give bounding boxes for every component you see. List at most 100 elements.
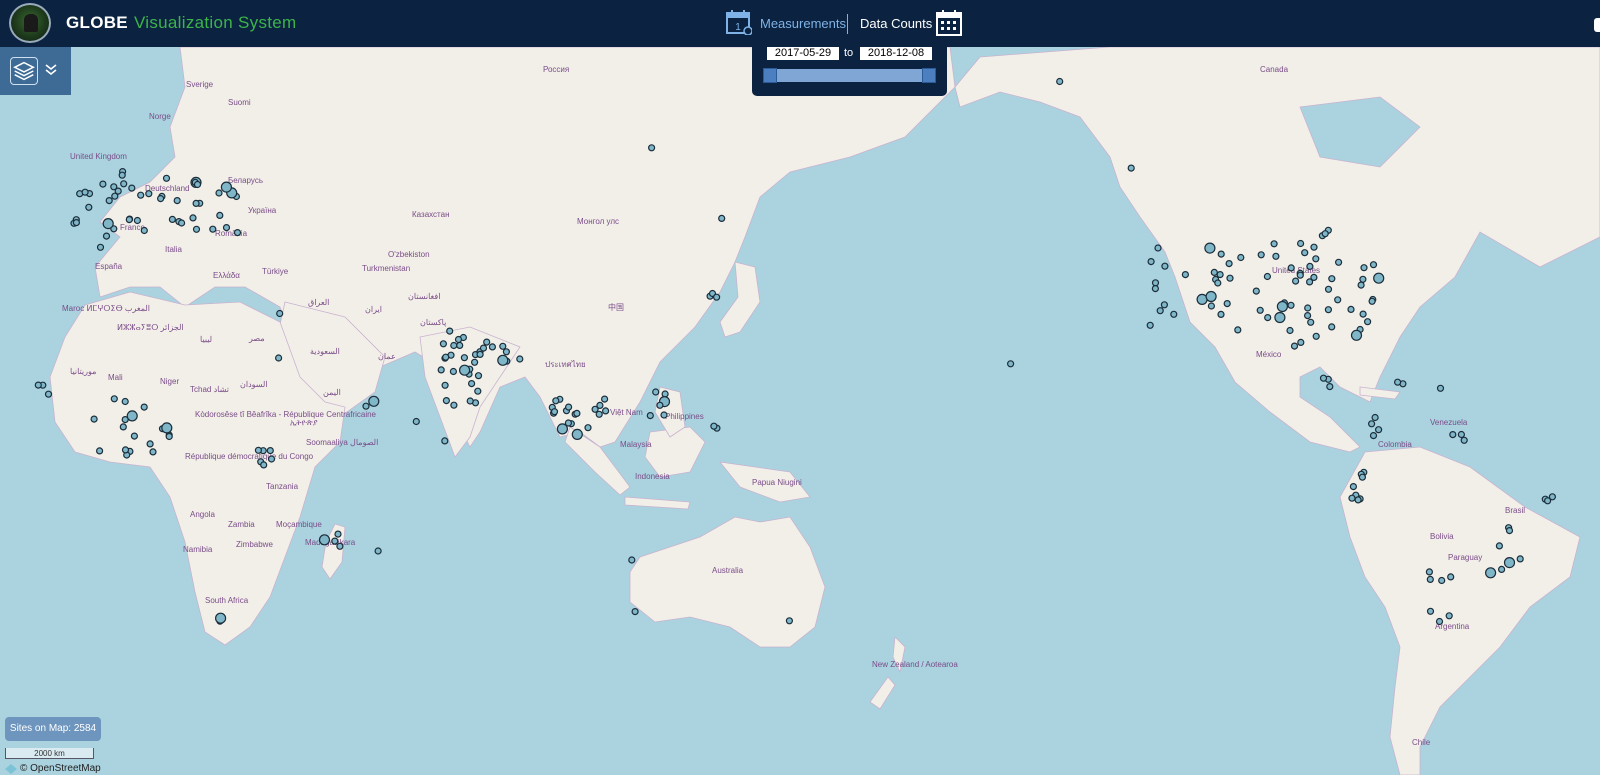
site-marker[interactable] <box>1264 314 1272 322</box>
site-marker[interactable] <box>552 397 560 405</box>
site-marker[interactable] <box>1328 275 1336 283</box>
site-marker[interactable] <box>215 189 223 197</box>
site-marker[interactable] <box>1225 260 1233 268</box>
site-marker[interactable] <box>178 219 186 227</box>
site-marker[interactable] <box>439 340 447 348</box>
site-marker[interactable] <box>1484 567 1497 579</box>
site-marker[interactable] <box>785 617 794 625</box>
site-marker[interactable] <box>1286 326 1294 335</box>
site-marker[interactable] <box>1324 285 1333 293</box>
site-marker[interactable] <box>1505 527 1514 535</box>
site-marker[interactable] <box>1146 321 1154 329</box>
site-marker[interactable] <box>336 542 344 550</box>
site-marker[interactable] <box>102 218 114 230</box>
site-marker[interactable] <box>140 403 148 411</box>
site-marker[interactable] <box>1214 279 1222 287</box>
site-marker[interactable] <box>1312 255 1320 263</box>
site-marker[interactable] <box>710 422 718 430</box>
site-marker[interactable] <box>1291 277 1300 285</box>
world-map[interactable]: Россия Canada Sverige Suomi Norge United… <box>0 47 1600 775</box>
site-marker[interactable] <box>260 461 268 469</box>
site-marker[interactable] <box>1328 323 1336 331</box>
site-marker[interactable] <box>488 343 496 351</box>
site-marker[interactable] <box>1263 272 1272 281</box>
site-marker[interactable] <box>516 355 524 363</box>
site-marker[interactable] <box>1252 287 1260 295</box>
site-marker[interactable] <box>1151 279 1160 287</box>
site-marker[interactable] <box>1363 318 1372 326</box>
site-marker[interactable] <box>216 211 224 219</box>
site-marker[interactable] <box>471 358 479 366</box>
site-marker[interactable] <box>442 397 450 405</box>
site-marker[interactable] <box>137 191 145 199</box>
site-marker[interactable] <box>1495 542 1504 550</box>
site-marker[interactable] <box>1006 360 1015 368</box>
date-range-slider[interactable] <box>763 68 936 83</box>
site-marker[interactable] <box>573 409 581 417</box>
site-marker[interactable] <box>368 395 380 407</box>
site-marker[interactable] <box>660 411 668 419</box>
site-marker[interactable] <box>1305 278 1314 286</box>
site-marker[interactable] <box>502 348 510 356</box>
site-marker[interactable] <box>1371 413 1379 422</box>
site-marker[interactable] <box>1297 338 1305 346</box>
site-marker[interactable] <box>1256 306 1264 314</box>
site-marker[interactable] <box>479 344 488 352</box>
site-marker[interactable] <box>1257 251 1265 259</box>
site-marker[interactable] <box>133 216 141 225</box>
site-marker[interactable] <box>1374 426 1383 434</box>
site-marker[interactable] <box>1393 378 1402 386</box>
layers-toggle-button[interactable] <box>0 47 71 95</box>
site-marker[interactable] <box>130 432 138 440</box>
site-marker[interactable] <box>468 380 476 388</box>
site-marker[interactable] <box>450 401 458 409</box>
site-marker[interactable] <box>656 401 664 409</box>
site-marker[interactable] <box>456 341 464 349</box>
site-marker[interactable] <box>1435 617 1444 626</box>
site-marker[interactable] <box>631 607 639 616</box>
site-marker[interactable] <box>334 530 342 538</box>
site-marker[interactable] <box>718 214 726 222</box>
slider-start-handle[interactable] <box>763 68 777 83</box>
site-marker[interactable] <box>121 397 129 406</box>
site-marker[interactable] <box>1449 431 1457 439</box>
site-marker[interactable] <box>1301 249 1309 257</box>
site-marker[interactable] <box>1350 329 1363 341</box>
site-marker[interactable] <box>85 203 93 211</box>
site-marker[interactable] <box>222 224 231 232</box>
site-marker[interactable] <box>1360 264 1368 272</box>
site-marker[interactable] <box>499 342 507 350</box>
site-marker[interactable] <box>454 335 463 344</box>
site-marker[interactable] <box>105 197 113 205</box>
site-marker[interactable] <box>1217 310 1225 318</box>
site-marker[interactable] <box>1276 300 1289 313</box>
site-marker[interactable] <box>1161 262 1169 270</box>
site-marker[interactable] <box>318 534 331 546</box>
site-marker[interactable] <box>128 184 136 192</box>
site-marker[interactable] <box>1460 436 1468 444</box>
site-marker[interactable] <box>1349 483 1358 491</box>
site-marker[interactable] <box>90 415 98 423</box>
site-marker[interactable] <box>168 215 176 223</box>
site-marker[interactable] <box>81 188 89 196</box>
site-marker[interactable] <box>476 350 484 358</box>
site-marker[interactable] <box>193 180 202 189</box>
site-marker[interactable] <box>120 180 128 188</box>
site-marker[interactable] <box>162 174 171 182</box>
site-marker[interactable] <box>1312 332 1320 340</box>
site-marker[interactable] <box>173 197 181 205</box>
site-marker[interactable] <box>1151 285 1160 293</box>
site-marker[interactable] <box>1359 310 1367 318</box>
site-marker[interactable] <box>1207 302 1216 310</box>
site-marker[interactable] <box>571 428 583 440</box>
site-marker[interactable] <box>44 390 53 398</box>
site-marker[interactable] <box>114 187 122 195</box>
site-marker[interactable] <box>446 327 454 335</box>
site-marker[interactable] <box>1205 290 1217 303</box>
site-marker[interactable] <box>595 410 603 418</box>
site-marker[interactable] <box>1326 383 1334 391</box>
site-marker[interactable] <box>267 455 276 463</box>
site-marker[interactable] <box>121 446 130 454</box>
site-marker[interactable] <box>157 195 165 203</box>
site-marker[interactable] <box>550 408 559 416</box>
